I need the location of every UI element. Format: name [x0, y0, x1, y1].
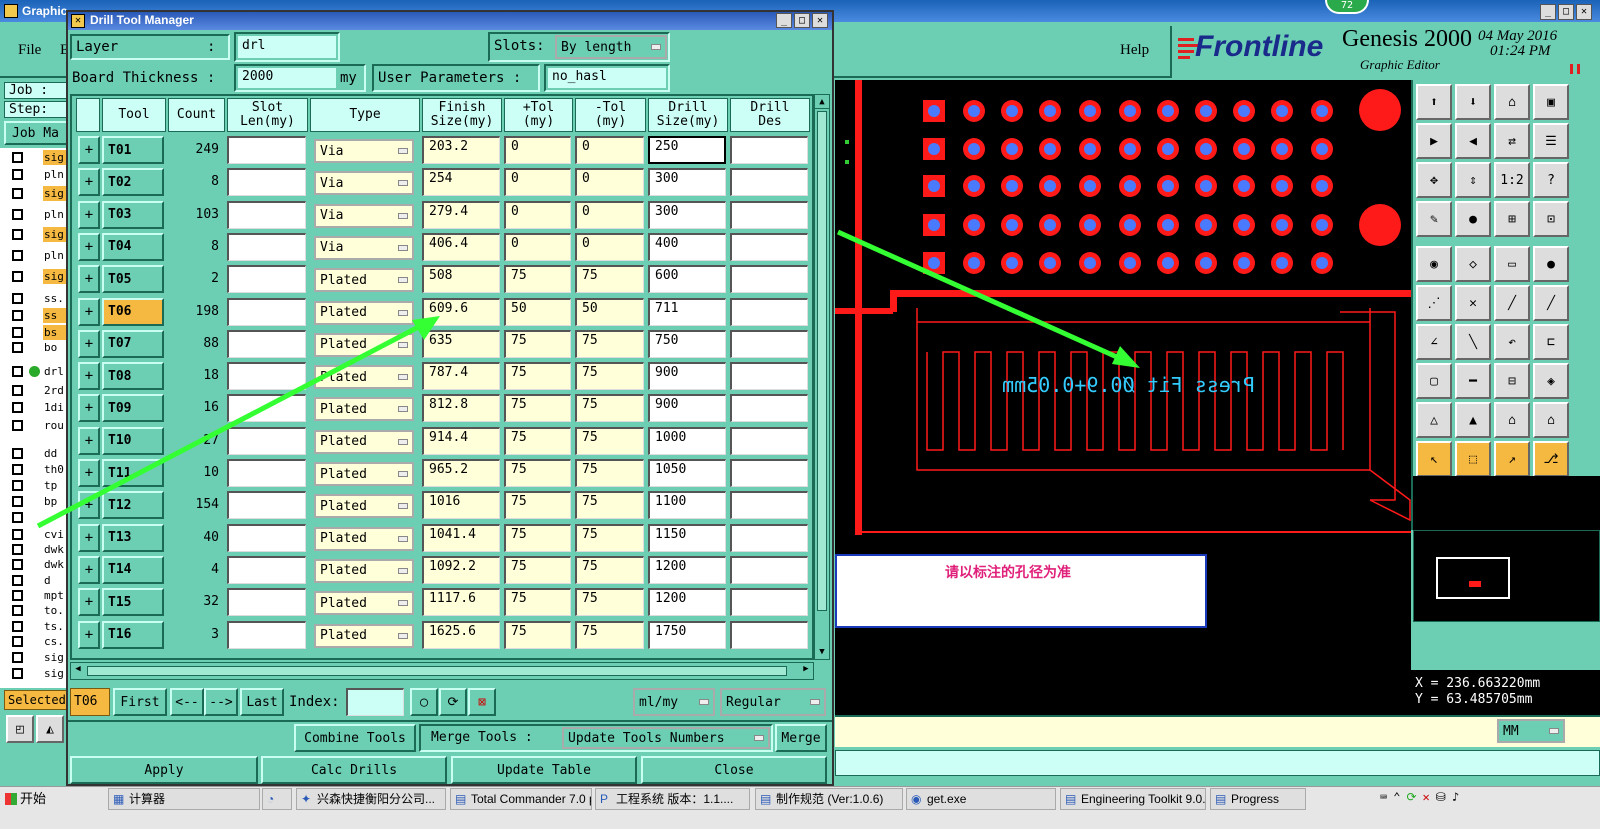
- app-icon: ▤: [760, 792, 772, 806]
- sync-icon[interactable]: ⟳: [1406, 790, 1416, 808]
- taskbar-item[interactable]: ▦ 计算器: [108, 788, 260, 810]
- arrow-to-annotation: [836, 229, 1130, 365]
- taskbar-item-label: get.exe: [927, 792, 967, 806]
- chevron-up-icon[interactable]: ⌃: [1393, 790, 1400, 808]
- arrowhead: [1112, 346, 1140, 368]
- app-icon: ◉: [911, 792, 922, 806]
- taskbar-item-label: Total Commander 7.0 p...: [471, 792, 591, 806]
- taskbar-item[interactable]: ✦ 兴森快捷衡阳分公司...: [296, 788, 446, 810]
- taskbar-item[interactable]: P 工程系统 版本：1.1....: [595, 788, 750, 810]
- volume-icon[interactable]: ♪: [1452, 790, 1459, 808]
- taskbar-item[interactable]: ◉ get.exe: [906, 788, 1056, 810]
- keyboard-icon[interactable]: ⌨: [1380, 790, 1387, 808]
- windows-icon: [5, 793, 17, 805]
- taskbar-item-label: 计算器: [129, 792, 166, 806]
- app-icon: P: [600, 792, 609, 806]
- taskbar-item-label: Engineering Toolkit 9.0...: [1081, 792, 1206, 806]
- app-icon: ◔: [267, 792, 275, 806]
- app-icon: ▦: [113, 792, 125, 806]
- network-icon[interactable]: ⛁: [1436, 790, 1446, 808]
- taskbar-item-label: Progress: [1231, 792, 1280, 806]
- app-icon: ▤: [455, 792, 467, 806]
- taskbar-item-label: 工程系统 版本：1.1....: [616, 792, 734, 806]
- start-button[interactable]: 开始: [2, 788, 94, 810]
- app-icon: ▤: [1065, 792, 1077, 806]
- taskbar-item-label: 制作规范 (Ver:1.0.6): [776, 792, 884, 806]
- system-tray: ⌨ ⌃ ⟳ ✕ ⛁ ♪: [1380, 790, 1600, 808]
- app-icon: ✦: [301, 792, 312, 806]
- annotation-arrows: [36, 229, 1140, 529]
- app-icon: ▤: [1215, 792, 1227, 806]
- arrow-to-finish-size: [36, 319, 430, 529]
- taskbar-item[interactable]: ▤ Total Commander 7.0 p...: [450, 788, 592, 810]
- close-tray-icon[interactable]: ✕: [1423, 790, 1430, 808]
- taskbar-item[interactable]: ▤ Engineering Toolkit 9.0...: [1060, 788, 1206, 810]
- taskbar-item-label: 兴森快捷衡阳分公司...: [317, 792, 436, 806]
- taskbar-item[interactable]: ▤ 制作规范 (Ver:1.0.6): [755, 788, 903, 810]
- taskbar-item[interactable]: ◔: [262, 788, 292, 810]
- taskbar-item[interactable]: ▤ Progress: [1210, 788, 1306, 810]
